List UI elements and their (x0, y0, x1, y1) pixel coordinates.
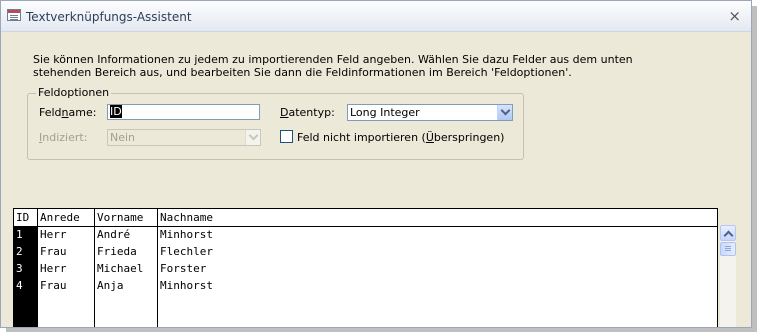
fieldname-value: ID (110, 105, 122, 118)
form-icon (7, 9, 21, 21)
grid-header-cell[interactable]: Vorname (95, 209, 157, 227)
grid-header-text: Anrede (40, 211, 80, 224)
fieldname-label-part: Feld (39, 106, 62, 119)
window-title: Textverknüpfungs-Assistent (26, 10, 192, 24)
grid-cell: André (97, 228, 131, 241)
grid-header-text: Vorname (97, 211, 144, 224)
grid-cell: Michael (97, 262, 144, 275)
grid-column-anrede[interactable]: Anrede Herr Frau Herr Frau (38, 209, 95, 327)
chevron-down-icon (245, 130, 260, 145)
grid-cell: 1 (16, 228, 23, 241)
grid-header-cell[interactable]: ID (14, 209, 37, 227)
wizard-window: Textverknüpfungs-Assistent × Sie können … (0, 0, 752, 328)
scroll-thumb[interactable] (720, 242, 736, 256)
datatype-label-part: atentyp: (288, 106, 335, 119)
grid-cell: 3 (16, 262, 23, 275)
grid-cell: 2 (16, 245, 23, 258)
grid-header-cell[interactable]: Anrede (38, 209, 94, 227)
grid-header-text: ID (16, 211, 30, 224)
grid-cell: Herr (40, 228, 67, 241)
grid-cell: Forster (160, 262, 207, 275)
grid-column-id[interactable]: ID 1 2 3 4 (14, 209, 38, 327)
grid-cell: Frieda (97, 245, 137, 258)
fieldname-input[interactable]: ID (107, 104, 260, 120)
grid-cell: Frau (40, 279, 67, 292)
datatype-value: Long Integer (350, 106, 420, 119)
datatype-select[interactable]: Long Integer (347, 104, 513, 121)
grid-cell: Minhorst (160, 279, 213, 292)
chevron-down-icon[interactable] (497, 105, 512, 120)
datatype-label: Datentyp: (280, 106, 335, 119)
grid-column-vorname[interactable]: Vorname André Frieda Michael Anja (95, 209, 158, 327)
fieldname-label-hotkey: n (61, 106, 69, 119)
skip-label-hotkey: Ü (425, 131, 434, 144)
grid-cell: Herr (40, 262, 67, 275)
grid-cell: Frau (40, 245, 67, 258)
close-button[interactable]: × (728, 7, 741, 25)
preview-grid[interactable]: ID 1 2 3 4 Anrede Herr Frau Herr Frau Vo… (13, 208, 718, 327)
grid-cell: 4 (16, 279, 23, 292)
indexed-label: Indiziert: (39, 131, 87, 144)
indexed-select: Nein (107, 129, 261, 146)
fieldname-label-part: ame: (68, 106, 97, 119)
title-bar[interactable]: Textverknüpfungs-Assistent × (1, 1, 751, 32)
grid-cell: Anja (97, 279, 124, 292)
grid-header-text: Nachname (160, 211, 213, 224)
indexed-value: Nein (110, 131, 136, 144)
indexed-label-part: ndiziert: (42, 131, 88, 144)
field-options-legend: Feldoptionen (36, 86, 112, 99)
skip-field-checkbox[interactable] (280, 130, 293, 143)
grid-cell: Minhorst (160, 228, 213, 241)
grid-column-nachname[interactable]: Nachname Minhorst Flechler Forster Minho… (158, 209, 717, 327)
vertical-scrollbar[interactable] (720, 225, 736, 327)
skip-label-part: berspringen) (433, 131, 505, 144)
intro-text: Sie können Informationen zu jedem zu imp… (33, 53, 633, 79)
scroll-up-button[interactable] (720, 225, 736, 241)
grid-cell: Flechler (160, 245, 213, 258)
skip-field-label[interactable]: Feld nicht importieren (Überspringen) (297, 131, 504, 144)
skip-label-part: Feld nicht importieren ( (297, 131, 426, 144)
grid-header-cell[interactable]: Nachname (158, 209, 717, 227)
fieldname-label: Feldname: (39, 106, 96, 119)
